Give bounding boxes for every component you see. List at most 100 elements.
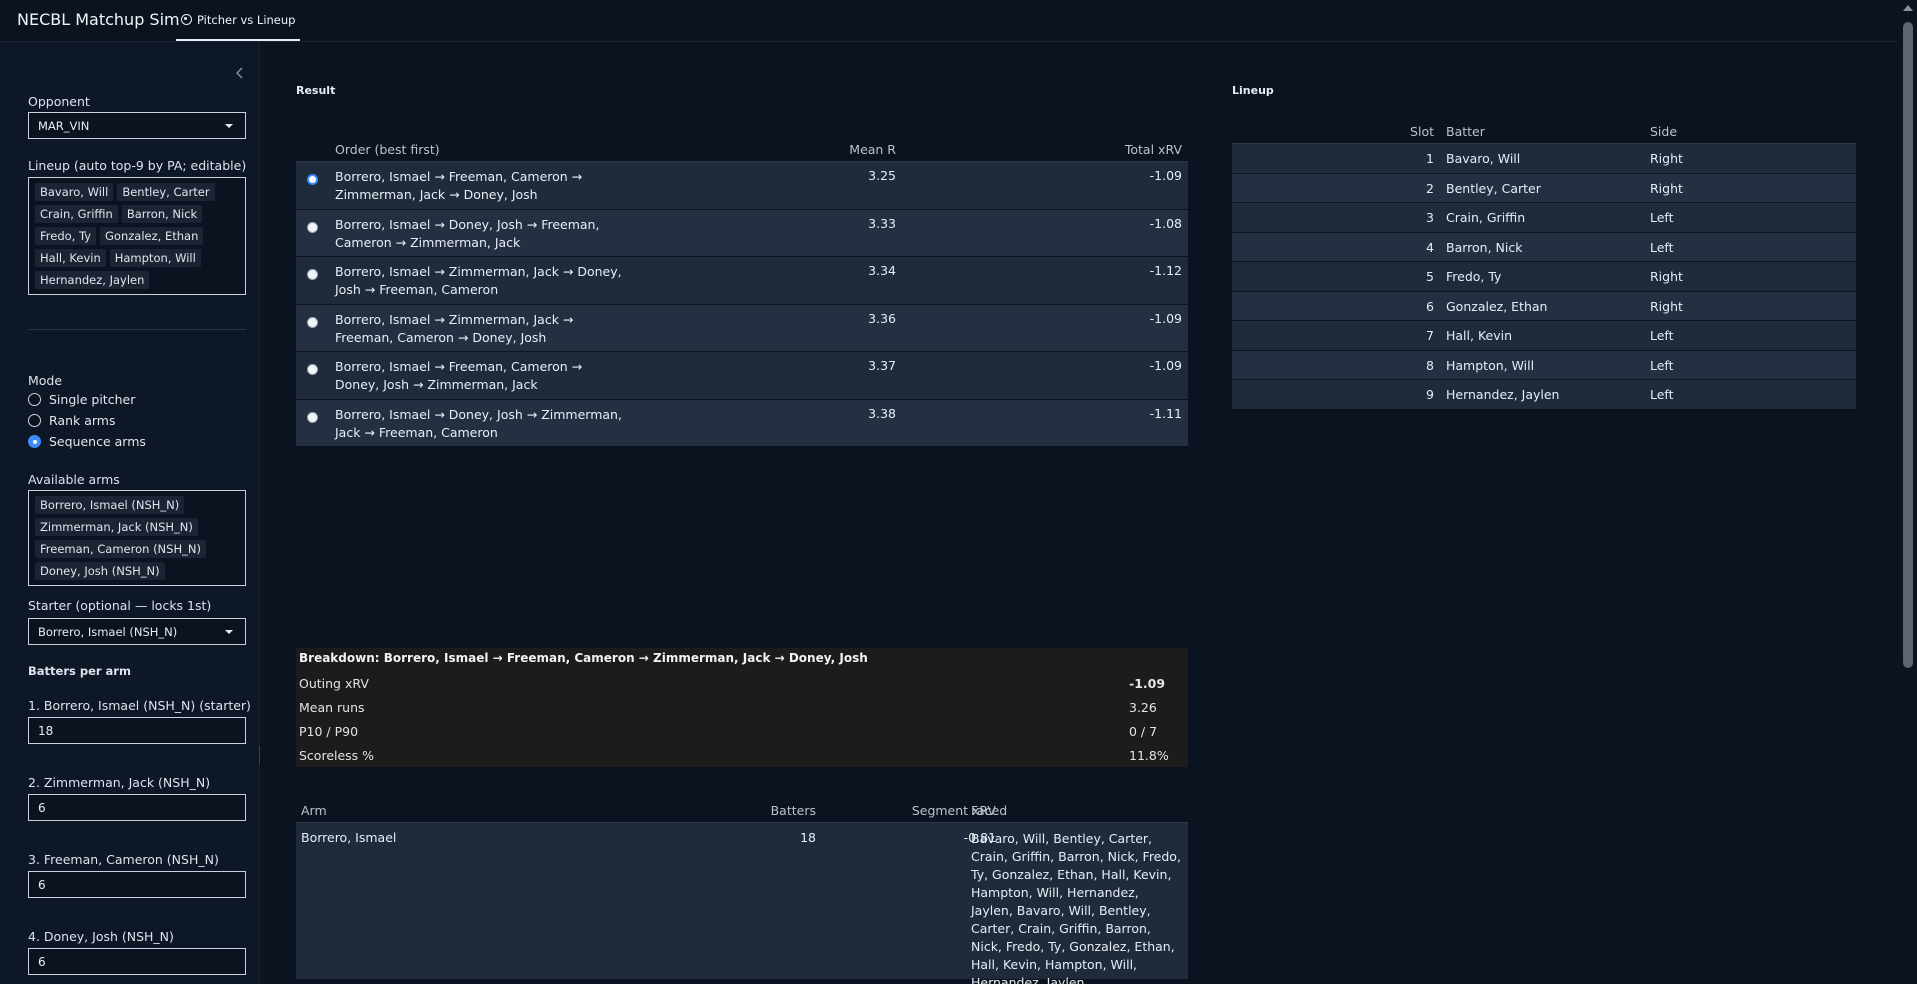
- mode-radio[interactable]: [28, 393, 41, 406]
- arms-multiselect[interactable]: Borrero, Ismael (NSH_N) Zimmerman, Jack (…: [28, 490, 246, 586]
- starter-select[interactable]: Borrero, Ismael (NSH_N): [28, 618, 246, 645]
- bpa-input[interactable]: 6: [28, 794, 246, 821]
- lineup-side: Right: [1650, 269, 1683, 284]
- lineup-side: Right: [1650, 180, 1683, 196]
- opponent-select[interactable]: MAR_VIN: [28, 112, 246, 139]
- breakdown-panel: Breakdown: Borrero, Ismael → Freeman, Ca…: [296, 648, 1188, 767]
- target-icon: [181, 14, 192, 25]
- header-side: Side: [1650, 124, 1678, 139]
- breakdown-label: Mean runs: [299, 700, 365, 715]
- lineup-side: Left: [1650, 357, 1674, 373]
- breakdown-row: Mean runs 3.26: [299, 700, 1185, 715]
- result-row[interactable]: Borrero, Ismael → Zimmerman, Jack → Done…: [296, 257, 1188, 305]
- caret-down-icon: [225, 630, 233, 634]
- lineup-row: 7 Hall, Kevin Left: [1232, 321, 1856, 351]
- mode-option-1[interactable]: Single pitcher: [28, 392, 135, 407]
- lineup-side: Left: [1650, 239, 1674, 255]
- batters-per-arm-label: Batters per arm: [28, 664, 131, 678]
- lineup-slot: 1: [1426, 151, 1434, 166]
- mode-option-2[interactable]: Rank arms: [28, 413, 115, 428]
- lineup-chip[interactable]: Hernandez, Jaylen: [35, 271, 150, 289]
- header-batter: Batter: [1446, 124, 1485, 139]
- lineup-slot: 3: [1426, 210, 1434, 225]
- arm-row: Borrero, Ismael 18 -0.81 Bavaro, Will, Bent…: [296, 823, 1188, 984]
- result-mean: 3.37: [868, 358, 896, 373]
- arm-chip[interactable]: Freeman, Cameron (NSH_N): [35, 540, 206, 558]
- lineup-batter: Hernandez, Jaylen: [1446, 387, 1560, 402]
- lineup-chip[interactable]: Bavaro, Will: [35, 183, 114, 201]
- lineup-chip[interactable]: Hall, Kevin: [35, 249, 106, 267]
- tab-label: Pitcher vs Lineup: [197, 12, 296, 27]
- lineup-batter: Fredo, Ty: [1446, 269, 1502, 284]
- lineup-chip[interactable]: Crain, Griffin: [35, 205, 118, 223]
- arm-chip[interactable]: Doney, Josh (NSH_N): [35, 562, 165, 580]
- mode-radio[interactable]: [28, 414, 41, 427]
- breakdown-row: Outing xRV -1.09: [299, 676, 1185, 691]
- mode-option-3[interactable]: Sequence arms: [28, 434, 146, 449]
- result-row[interactable]: Borrero, Ismael → Doney, Josh → Zimmerma…: [296, 399, 1188, 447]
- breakdown-row: P10 / P90 0 / 7: [299, 724, 1185, 739]
- lineup-chip[interactable]: Bentley, Carter: [117, 183, 215, 201]
- bpa-input[interactable]: 18: [28, 717, 246, 744]
- scroll-up-icon[interactable]: [1903, 5, 1913, 11]
- bpa-input[interactable]: 6: [28, 871, 246, 898]
- page-scrollbar[interactable]: [1898, 0, 1917, 984]
- scroll-thumb[interactable]: [1903, 22, 1913, 668]
- lineup-batter: Barron, Nick: [1446, 239, 1523, 255]
- result-row[interactable]: Borrero, Ismael → Freeman, Cameron → Zim…: [296, 162, 1188, 210]
- lineup-multiselect[interactable]: Bavaro, Will Bentley, Carter Crain, Griffi…: [28, 177, 246, 295]
- result-select-radio[interactable]: [307, 174, 318, 185]
- mode-option-label: Rank arms: [49, 413, 116, 428]
- lineup-label: Lineup (auto top-9 by PA; editable): [28, 158, 247, 173]
- lineup-side: Left: [1650, 328, 1674, 343]
- lineup-row: 9 Hernandez, Jaylen Left: [1232, 380, 1856, 410]
- lineup-row: 2 Bentley, Carter Right: [1232, 173, 1856, 203]
- result-row[interactable]: Borrero, Ismael → Freeman, Cameron → Don…: [296, 352, 1188, 400]
- resize-handle[interactable]: [259, 746, 260, 764]
- lineup-slot: 8: [1426, 357, 1434, 373]
- result-select-radio[interactable]: [307, 411, 318, 423]
- header-mean: Mean R: [849, 142, 896, 157]
- result-title: Result: [296, 84, 336, 97]
- lineup-chip[interactable]: Hampton, Will: [109, 249, 201, 267]
- opponent-label: Opponent: [28, 94, 90, 109]
- mode-option-label: Single pitcher: [49, 392, 136, 407]
- tab-pitcher-vs-lineup[interactable]: Pitcher vs Lineup: [176, 0, 301, 41]
- lineup-slot: 6: [1426, 298, 1434, 314]
- lineup-chip[interactable]: Gonzalez, Ethan: [100, 227, 204, 245]
- result-select-radio[interactable]: [307, 269, 318, 280]
- lineup-slot: 9: [1426, 387, 1434, 402]
- lineup-table: Slot Batter Side 1 Bavaro, Will Right 2 Bent…: [1232, 120, 1856, 410]
- result-header: Order (best first) Mean R Total xRV: [296, 138, 1188, 162]
- lineup-chip[interactable]: Barron, Nick: [121, 205, 203, 223]
- lineup-batter: Hall, Kevin: [1446, 328, 1513, 343]
- lineup-slot: 2: [1426, 180, 1434, 196]
- lineup-row: 5 Fredo, Ty Right: [1232, 262, 1856, 292]
- lineup-row: 6 Gonzalez, Ethan Right: [1232, 291, 1856, 321]
- result-row[interactable]: Borrero, Ismael → Zimmerman, Jack → Free…: [296, 304, 1188, 352]
- lineup-batter: Bentley, Carter: [1446, 180, 1541, 196]
- bpa-input[interactable]: 6: [28, 948, 246, 975]
- result-mean: 3.36: [868, 310, 896, 326]
- lineup-slot: 4: [1426, 239, 1434, 255]
- result-select-radio[interactable]: [307, 221, 318, 233]
- arm-chip[interactable]: Borrero, Ismael (NSH_N): [35, 496, 185, 514]
- result-mean: 3.33: [868, 215, 896, 231]
- result-row[interactable]: Borrero, Ismael → Doney, Josh → Freeman,…: [296, 209, 1188, 257]
- mode-radio[interactable]: [28, 435, 41, 448]
- arm-chip[interactable]: Zimmerman, Jack (NSH_N): [35, 518, 198, 536]
- caret-down-icon: [225, 124, 233, 128]
- header-arm: Arm: [301, 803, 327, 818]
- collapse-sidebar-button[interactable]: [233, 66, 247, 80]
- result-total-xrv: -1.12: [1149, 263, 1182, 278]
- lineup-slot: 5: [1426, 269, 1434, 284]
- bpa-label: 1. Borrero, Ismael (NSH_N) (starter): [28, 698, 251, 713]
- top-navbar: NECBL Matchup Sim Pitcher vs Lineup: [0, 0, 1898, 42]
- breakdown-value: 0 / 7: [1129, 724, 1158, 739]
- header-slot: Slot: [1410, 124, 1434, 139]
- lineup-chip[interactable]: Fredo, Ty: [35, 227, 97, 245]
- result-select-radio[interactable]: [307, 316, 318, 328]
- breakdown-title: Breakdown: Borrero, Ismael → Freeman, Ca…: [299, 651, 868, 665]
- mode-label: Mode: [28, 373, 63, 388]
- result-select-radio[interactable]: [307, 364, 318, 375]
